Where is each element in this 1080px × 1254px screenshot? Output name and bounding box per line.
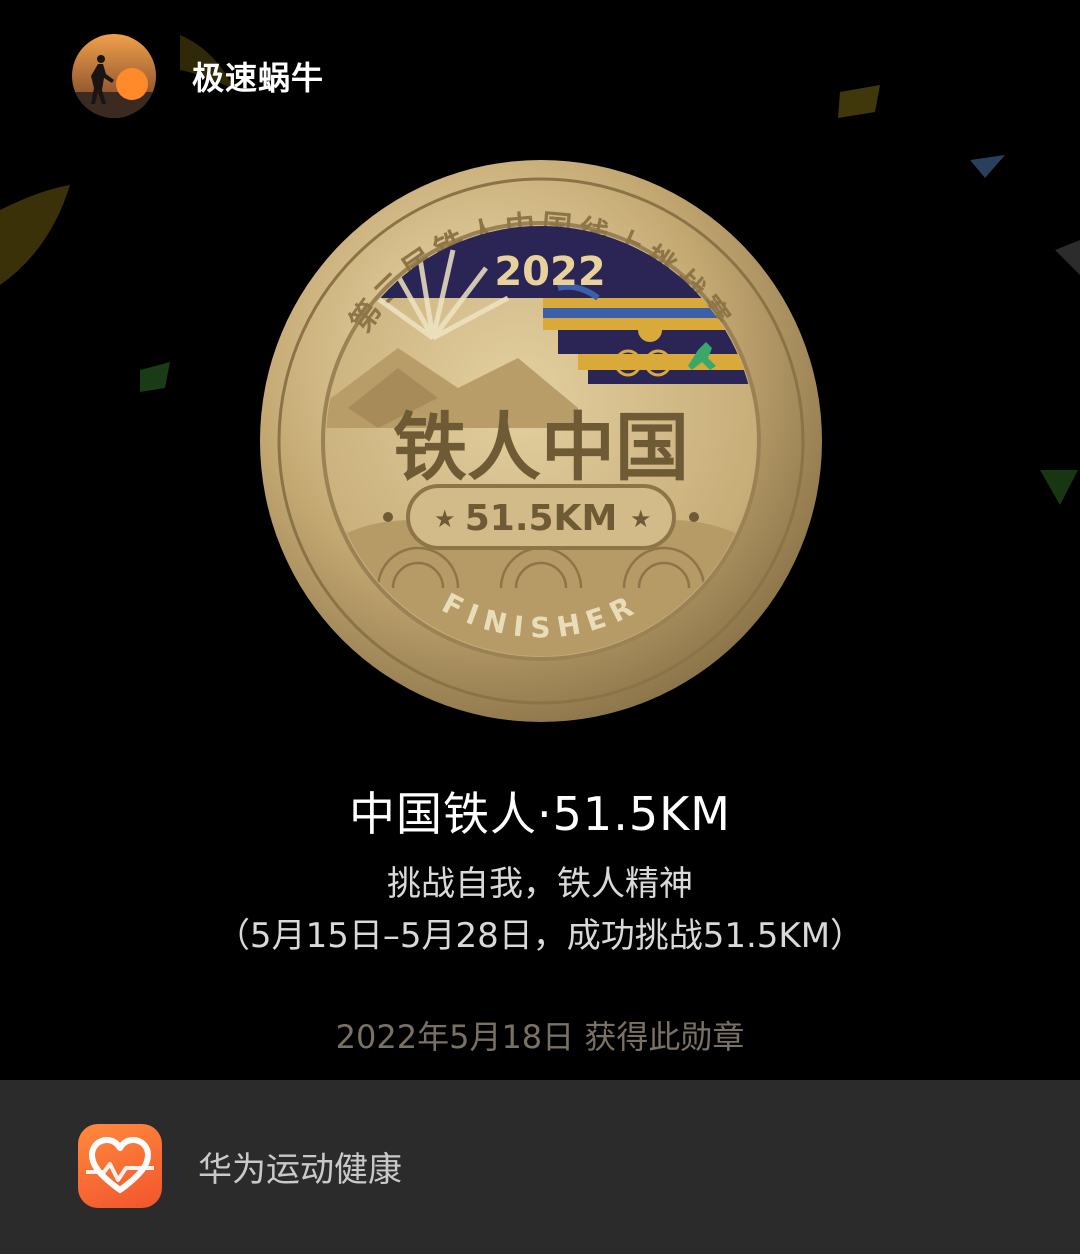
medal-center-title: 铁人中国 (393, 405, 689, 491)
badge-subtitle: 挑战自我，铁人精神 (387, 864, 693, 904)
app-name: 华为运动健康 (198, 1150, 402, 1190)
avatar-silhouette-icon (72, 34, 156, 118)
heart-health-icon[interactable] (78, 1124, 162, 1208)
badge-title: 中国铁人·51.5KM (349, 787, 731, 841)
medal-year: 2022 (494, 249, 605, 295)
svg-text:★: ★ (630, 505, 652, 533)
medal-distance: 51.5KM (465, 498, 618, 539)
earned-date: 2022年5月18日 获得此勋章 (335, 1018, 745, 1056)
user-header: 极速蜗牛 (72, 34, 325, 118)
avatar[interactable] (72, 34, 156, 118)
medal-image[interactable]: 第二届铁人中国线上挑战赛 (258, 158, 824, 724)
svg-text:★: ★ (434, 505, 456, 533)
badge-description: （5月15日–5月28日，成功挑战51.5KM） (215, 916, 865, 956)
medal-svg: 第二届铁人中国线上挑战赛 (260, 160, 822, 722)
app-footer[interactable]: 华为运动健康 (0, 1080, 1080, 1254)
user-name: 极速蜗牛 (192, 59, 325, 97)
